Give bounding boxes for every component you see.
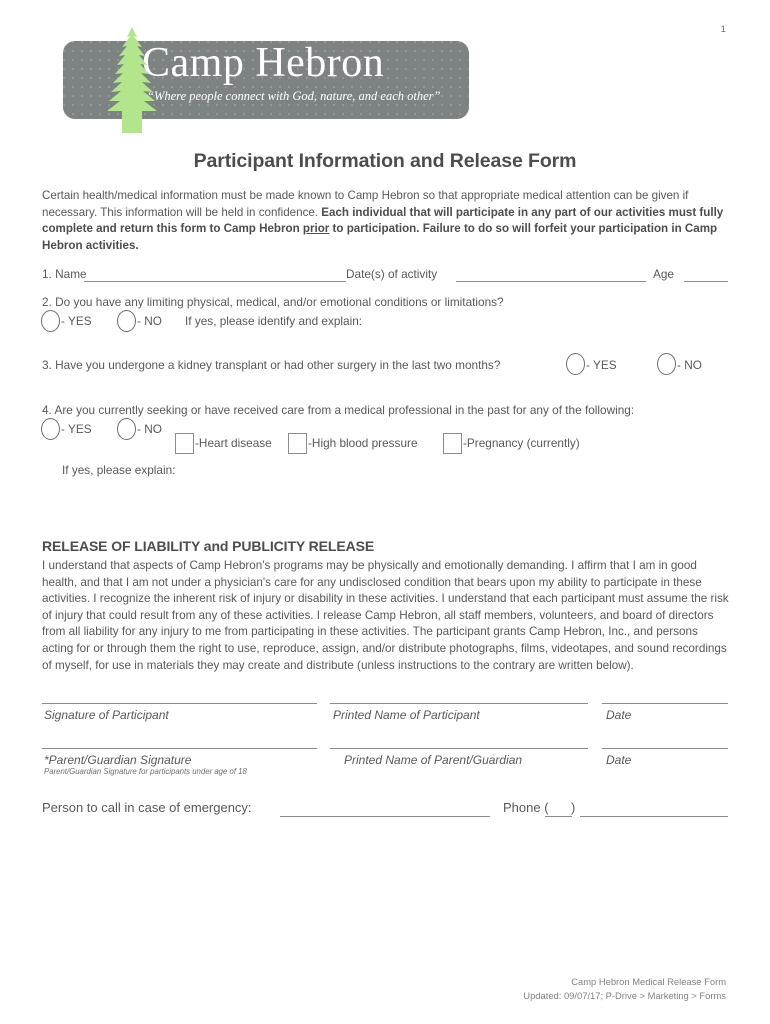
q3-question-text: 3. Have you undergone a kidney transplan…: [42, 358, 501, 372]
q1-name-input-line[interactable]: [84, 281, 346, 282]
camp-hebron-logo: Camp Hebron “Where people connect with G…: [57, 25, 469, 135]
emergency-contact-input-line[interactable]: [280, 816, 490, 817]
q2-radio-yes-label: - YES: [61, 314, 92, 328]
q3-radio-yes-label: - YES: [586, 358, 617, 372]
q4-checkbox-high-blood-pressure[interactable]: [288, 433, 307, 454]
q3-radio-no[interactable]: [657, 353, 676, 375]
printed-name-participant-line[interactable]: [330, 703, 588, 704]
q4-radio-yes-label: - YES: [61, 422, 92, 436]
q4-radio-no[interactable]: [117, 418, 136, 440]
q1-age-label: Age: [653, 267, 674, 281]
emergency-phone-label: Phone (: [503, 800, 549, 815]
q2-radio-no-label: - NO: [137, 314, 162, 328]
q3-radio-yes[interactable]: [566, 353, 585, 375]
signature-guardian-line[interactable]: [42, 748, 317, 749]
date-participant-label: Date: [606, 708, 632, 722]
page-title: Participant Information and Release Form: [193, 150, 577, 172]
q2-radio-yes[interactable]: [41, 310, 60, 332]
date-guardian-label: Date: [606, 753, 632, 767]
emergency-phone-label-close: ): [571, 800, 576, 815]
release-body-text: I understand that aspects of Camp Hebron…: [42, 559, 729, 672]
q4-checkbox-heart-disease[interactable]: [175, 433, 194, 454]
q4-radio-yes[interactable]: [41, 418, 60, 440]
signature-participant-label: Signature of Participant: [44, 708, 169, 722]
signature-guardian-label: *Parent/Guardian Signature: [44, 753, 192, 767]
page-number: 1: [720, 24, 726, 34]
pine-tree-icon: [107, 27, 157, 133]
q4-checkbox-high-blood-pressure-label: -High blood pressure: [308, 436, 418, 450]
q4-followup-label: If yes, please explain:: [62, 463, 176, 477]
footer-line-1: Camp Hebron Medical Release Form: [571, 976, 726, 987]
q1-age-input-line[interactable]: [684, 281, 728, 282]
footer-line-2: Updated: 09/07/17; P-Drive > Marketing >…: [523, 989, 726, 1001]
printed-name-participant-label: Printed Name of Participant: [333, 708, 480, 722]
date-participant-line[interactable]: [602, 703, 728, 704]
q1-dates-label: Date(s) of activity: [346, 267, 438, 281]
printed-name-guardian-line[interactable]: [330, 748, 588, 749]
emergency-contact-label: Person to call in case of emergency:: [42, 800, 252, 815]
signature-participant-line[interactable]: [42, 703, 317, 704]
q4-question-text: 4. Are you currently seeking or have rec…: [42, 403, 635, 417]
emergency-phone-input-line[interactable]: [580, 816, 728, 817]
logo-title: Camp Hebron: [142, 40, 385, 86]
printed-name-guardian-label: Printed Name of Parent/Guardian: [344, 753, 523, 767]
q4-checkbox-pregnancy[interactable]: [443, 433, 462, 454]
q2-question-text: 2. Do you have any limiting physical, me…: [42, 295, 504, 309]
q3-radio-no-label: - NO: [677, 358, 702, 372]
signature-guardian-note: Parent/Guardian Signature for participan…: [44, 767, 247, 776]
release-heading: RELEASE OF LIABILITY and PUBLICITY RELEA…: [42, 538, 375, 554]
date-guardian-line[interactable]: [602, 748, 728, 749]
q2-followup-label: If yes, please identify and explain:: [185, 314, 363, 328]
emergency-phone-areacode-line[interactable]: [545, 816, 572, 817]
intro-paragraph: Certain health/medical information must …: [42, 188, 730, 254]
q4-checkbox-heart-disease-label: -Heart disease: [195, 436, 272, 450]
q4-checkbox-pregnancy-label: -Pregnancy (currently): [463, 436, 580, 450]
q4-radio-no-label: - NO: [137, 422, 162, 436]
footer: Camp Hebron Medical Release Form Updated…: [523, 975, 726, 1002]
q2-radio-no[interactable]: [117, 310, 136, 332]
logo-tagline: “Where people connect with God, nature, …: [147, 89, 441, 103]
q1-dates-input-line[interactable]: [456, 281, 646, 282]
intro-text-bold-underline: prior: [302, 222, 330, 235]
q1-name-label: 1. Name: [42, 267, 87, 281]
